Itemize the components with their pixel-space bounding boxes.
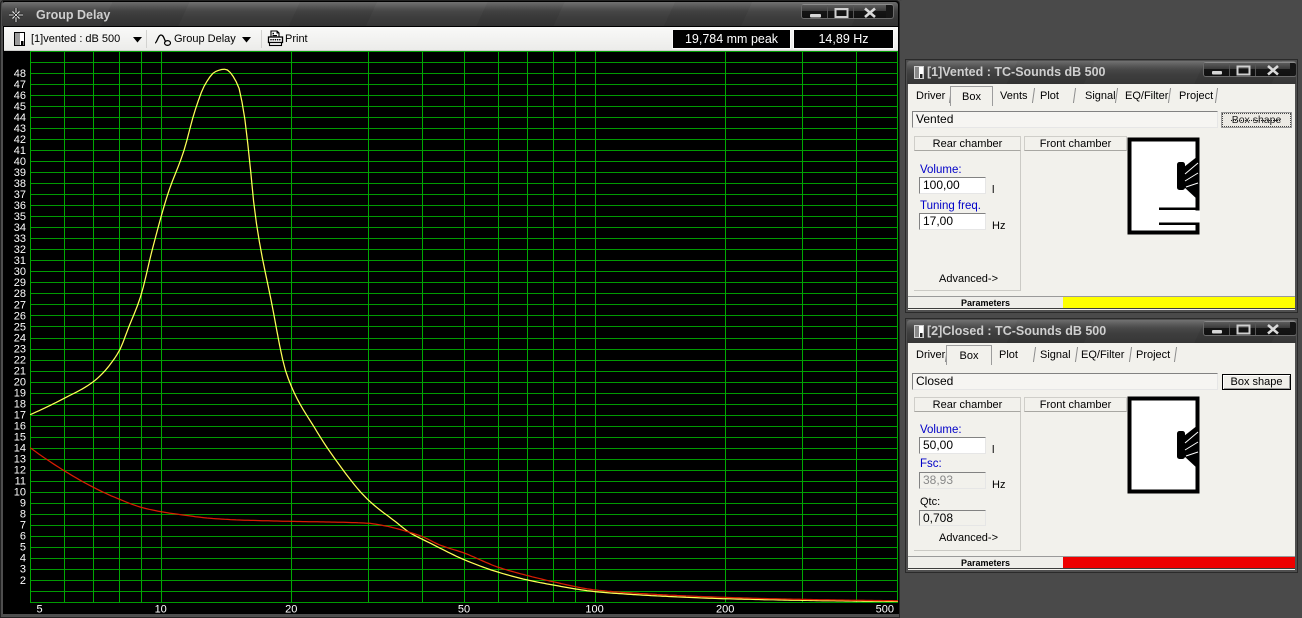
- svg-text:15: 15: [14, 432, 26, 444]
- svg-text:13: 13: [14, 454, 26, 466]
- svg-text:5: 5: [20, 542, 26, 554]
- svg-text:31: 31: [14, 255, 26, 267]
- svg-text:20: 20: [285, 604, 297, 616]
- svg-text:200: 200: [716, 604, 734, 616]
- svg-text:33: 33: [14, 233, 26, 245]
- svg-text:34: 34: [14, 222, 26, 234]
- svg-text:21: 21: [14, 365, 26, 377]
- svg-text:20: 20: [14, 376, 26, 388]
- svg-text:37: 37: [14, 189, 26, 201]
- svg-text:41: 41: [14, 145, 26, 157]
- svg-text:30: 30: [14, 266, 26, 278]
- svg-text:27: 27: [14, 299, 26, 311]
- svg-text:43: 43: [14, 123, 26, 135]
- svg-text:4: 4: [20, 553, 26, 565]
- svg-text:7: 7: [20, 520, 26, 532]
- svg-text:35: 35: [14, 211, 26, 223]
- svg-text:24: 24: [14, 332, 26, 344]
- svg-text:48: 48: [14, 68, 26, 80]
- svg-text:45: 45: [14, 101, 26, 113]
- svg-text:26: 26: [14, 310, 26, 322]
- svg-text:6: 6: [20, 531, 26, 543]
- svg-text:10: 10: [14, 487, 26, 499]
- svg-text:29: 29: [14, 277, 26, 289]
- svg-text:47: 47: [14, 79, 26, 91]
- svg-text:3: 3: [20, 564, 26, 576]
- svg-text:36: 36: [14, 200, 26, 212]
- svg-text:19: 19: [14, 387, 26, 399]
- svg-text:10: 10: [155, 604, 167, 616]
- svg-text:40: 40: [14, 156, 26, 168]
- svg-text:9: 9: [20, 498, 26, 510]
- svg-text:8: 8: [20, 509, 26, 521]
- svg-text:25: 25: [14, 321, 26, 333]
- svg-text:42: 42: [14, 134, 26, 146]
- svg-text:2: 2: [20, 575, 26, 587]
- svg-text:32: 32: [14, 244, 26, 256]
- svg-text:23: 23: [14, 343, 26, 355]
- svg-text:5: 5: [37, 604, 43, 616]
- svg-text:50: 50: [458, 604, 470, 616]
- svg-text:39: 39: [14, 167, 26, 179]
- svg-text:16: 16: [14, 421, 26, 433]
- svg-text:46: 46: [14, 90, 26, 102]
- svg-text:11: 11: [15, 476, 26, 488]
- svg-text:17: 17: [14, 410, 26, 422]
- svg-text:22: 22: [14, 354, 26, 366]
- svg-text:12: 12: [14, 465, 26, 477]
- svg-text:44: 44: [14, 112, 26, 124]
- svg-text:28: 28: [14, 288, 26, 300]
- svg-text:38: 38: [14, 178, 26, 190]
- svg-text:18: 18: [14, 398, 26, 410]
- svg-text:500: 500: [876, 604, 894, 616]
- svg-text:14: 14: [14, 443, 26, 455]
- svg-text:100: 100: [585, 604, 603, 616]
